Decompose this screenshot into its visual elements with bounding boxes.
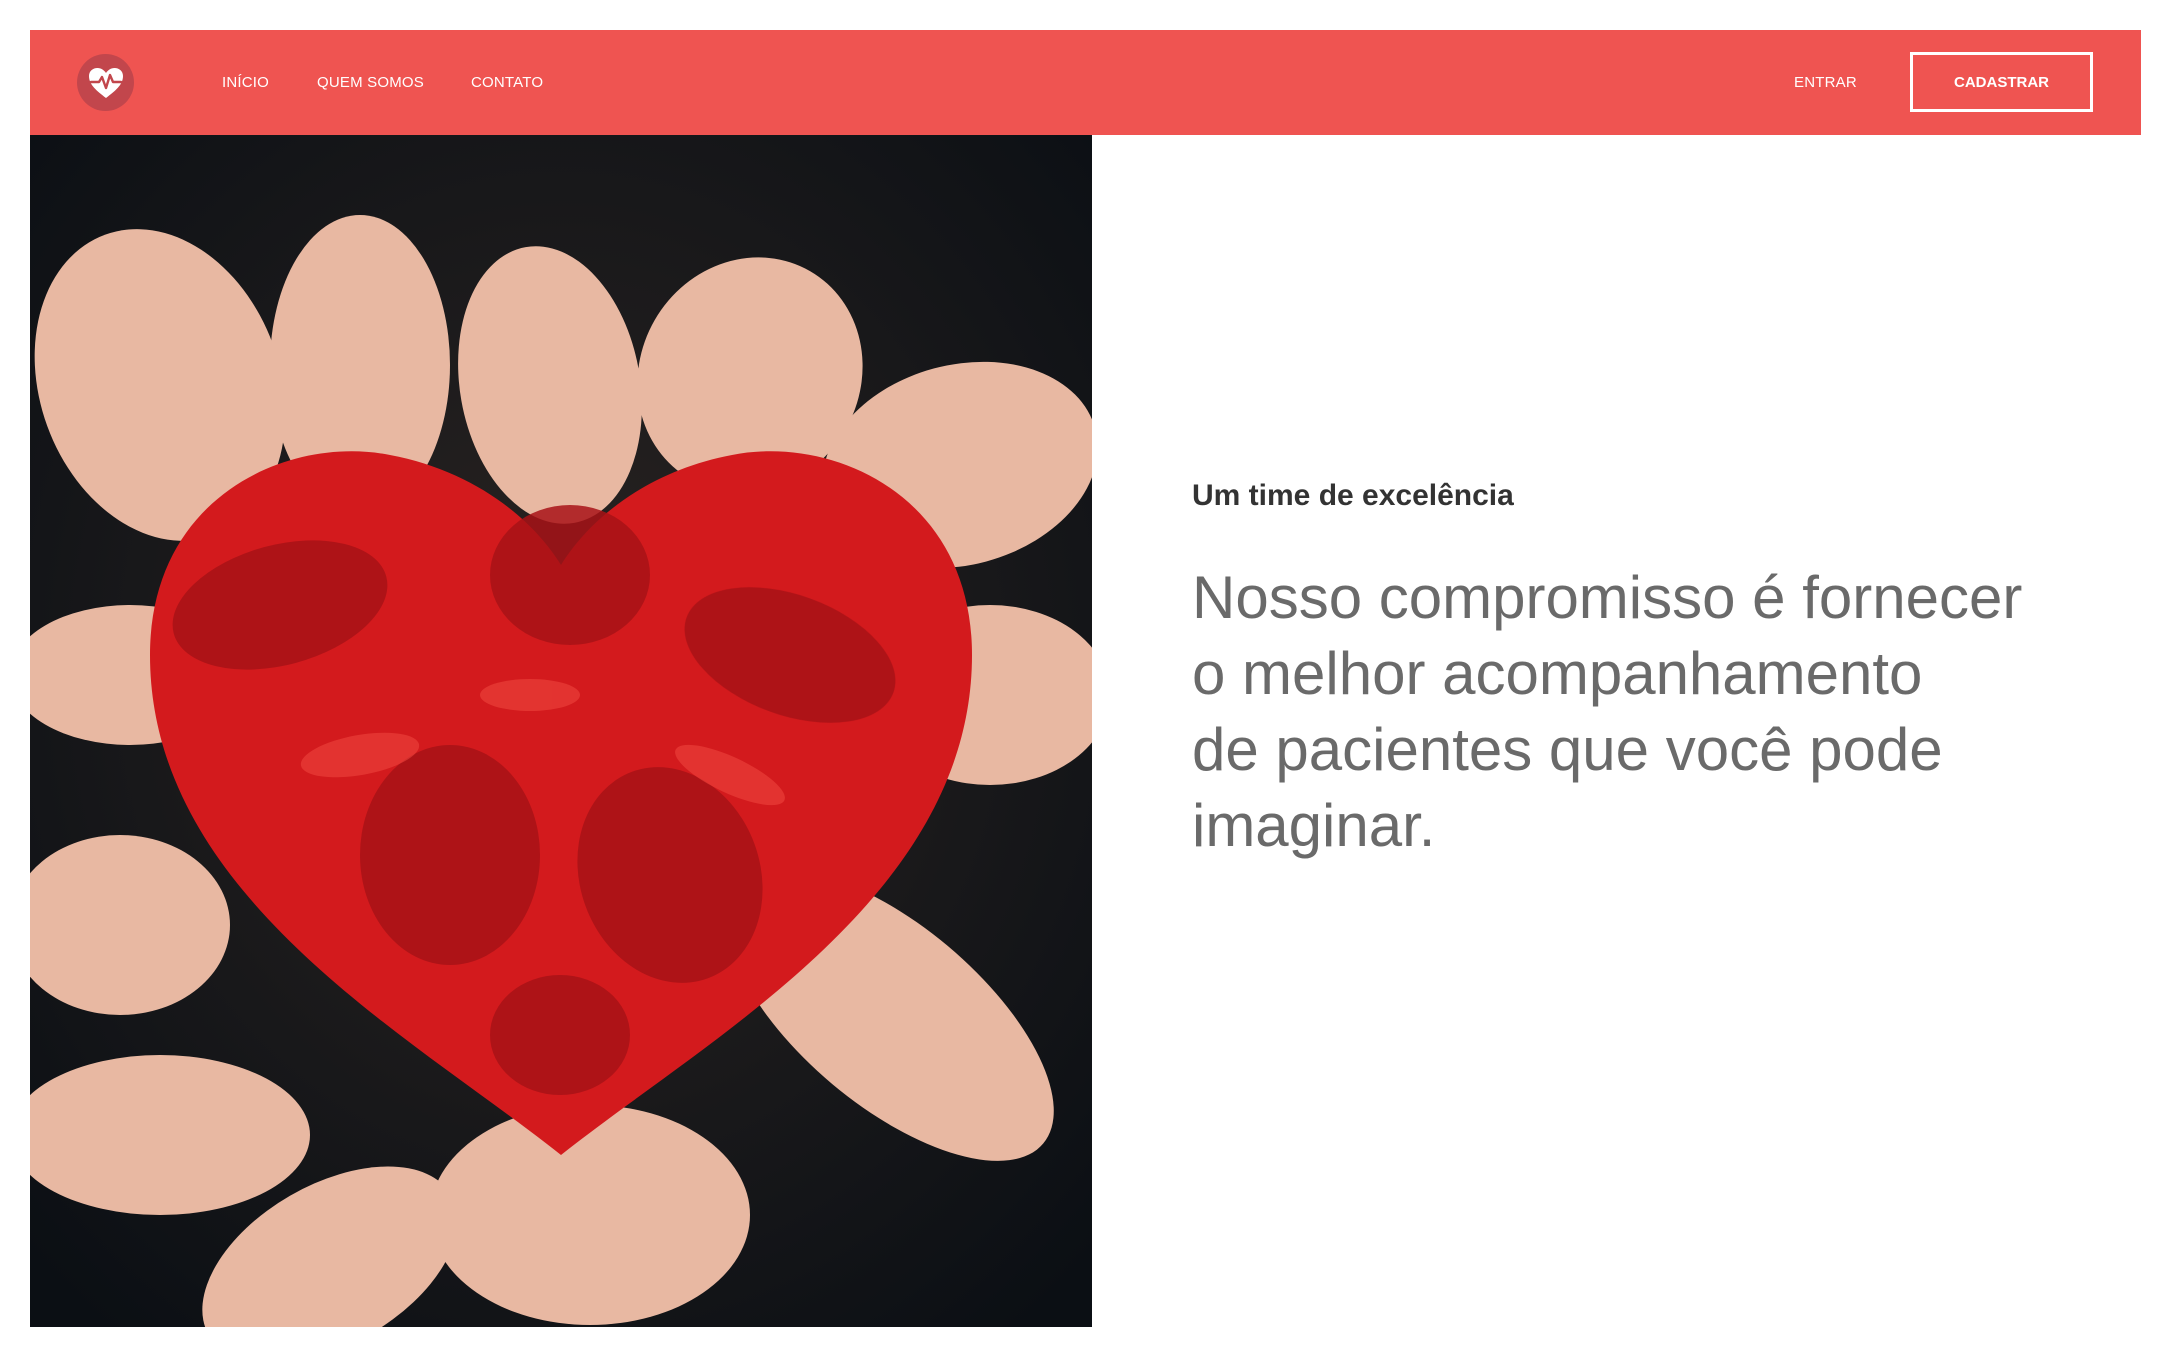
- page: INÍCIO QUEM SOMOS CONTATO ENTRAR CADASTR…: [30, 30, 2141, 1327]
- top-navbar: INÍCIO QUEM SOMOS CONTATO ENTRAR CADASTR…: [30, 30, 2141, 135]
- nav-link-contato[interactable]: CONTATO: [471, 30, 543, 135]
- headline-line: Nosso compromisso é fornecer: [1192, 564, 2023, 631]
- login-link[interactable]: ENTRAR: [1794, 30, 1857, 135]
- nav-link-inicio[interactable]: INÍCIO: [222, 30, 269, 135]
- nav-link-quem-somos[interactable]: QUEM SOMOS: [317, 30, 424, 135]
- headline-line: de pacientes que você pode: [1192, 716, 1943, 783]
- logo[interactable]: [77, 54, 134, 111]
- section-headline: Nosso compromisso é fornecer o melhor ac…: [1192, 560, 2092, 864]
- section-subtitle: Um time de excelência: [1192, 479, 1514, 512]
- red-painted-hands-heart-photo: [30, 135, 1092, 1327]
- headline-line: imaginar.: [1192, 792, 1436, 859]
- heart-pulse-icon: [88, 67, 123, 98]
- headline-line: o melhor acompanhamento: [1192, 640, 1923, 707]
- signup-button[interactable]: CADASTRAR: [1910, 52, 2093, 112]
- hero-photo: [30, 135, 1092, 1327]
